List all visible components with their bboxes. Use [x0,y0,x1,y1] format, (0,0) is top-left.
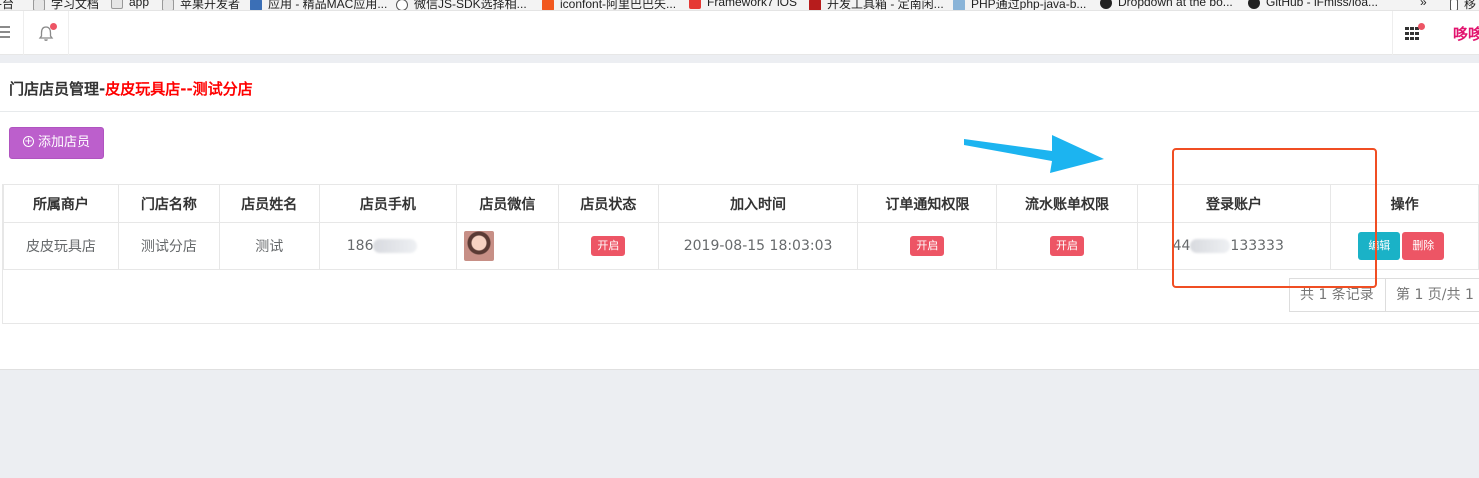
add-staff-label: 添加店员 [37,135,90,150]
cell-order-notify: 开启 [857,222,998,270]
apps-badge-dot [1418,23,1425,30]
php-icon [953,0,965,10]
bookmark-item[interactable]: Dropdown at the bo... [1100,0,1233,10]
column-header[interactable]: 门店名称 [117,184,220,223]
apps-button[interactable] [1392,11,1434,55]
column-header[interactable]: 店员姓名 [218,184,320,223]
folder-icon [162,0,174,10]
phone-redacted [373,239,418,253]
bookmark-item[interactable]: PHP通过php-java-b... [953,0,1086,10]
column-header[interactable]: 订单通知权限 [857,184,998,223]
mac-app-icon [250,0,262,10]
iconfont-icon [542,0,554,10]
user-name[interactable]: 哆哆 [1453,23,1479,43]
github-icon [1248,0,1260,9]
grid-icon [1405,27,1420,40]
pager-page: 第 1 页/共 1 页 [1385,278,1479,312]
column-header[interactable]: 流水账单权限 [996,184,1138,223]
column-header[interactable]: 店员微信 [456,184,559,223]
menu-line [0,26,10,28]
app-header: 哆哆 [0,11,1479,55]
menu-line [0,31,10,33]
cell-merchant: 皮皮玩具店 [3,222,119,270]
bookmark-item[interactable]: 开发工具箱 - 定南闲... [809,0,944,10]
cell-ledger: 开启 [996,222,1138,270]
delete-button[interactable]: 删除 [1402,232,1445,260]
bookmark-item[interactable]: 苹果开发者 [162,0,240,10]
bookmark-item[interactable]: 微信JS-SDK选择相... [396,0,527,10]
order-notify-badge[interactable]: 开启 [910,236,945,256]
bookmark-item[interactable]: Framework7 iOS [689,0,797,10]
folder-icon [111,0,123,9]
divider [0,111,1479,112]
column-header[interactable]: 店员状态 [557,184,659,223]
cell-wechat [456,222,559,270]
bookmarks-more[interactable]: » [1420,0,1427,10]
cell-phone: 186 [318,222,458,270]
plus-circle-icon: + [22,136,34,147]
column-header[interactable]: 店员手机 [318,184,458,223]
cell-status: 开启 [557,222,659,270]
js-icon [809,0,821,10]
page-title-store: 皮皮玩具店--测试分店 [105,80,253,98]
bookmark-item[interactable]: app [111,0,149,10]
bookmark-item[interactable]: 移 [1450,0,1476,10]
folder-icon [33,0,45,10]
framework7-icon [689,0,701,9]
page-title-prefix: 门店店员管理- [9,80,106,98]
highlight-box-annotation [1172,148,1377,288]
bookmark-item[interactable]: iconfont-阿里巴巴矢... [542,0,676,10]
notification-dot [50,23,57,30]
github-icon [1100,0,1112,9]
bookmark-item[interactable]: 平台 [0,0,14,10]
status-badge[interactable]: 开启 [591,236,626,256]
cell-name: 测试 [218,222,320,270]
page-title: 门店店员管理-皮皮玩具店--测试分店 [9,78,253,99]
bookmark-item[interactable]: 应用 - 精品MAC应用... [250,0,387,10]
bookmark-item[interactable]: 学习文档 [33,0,99,10]
more-icon: » [1420,0,1427,9]
link-icon [396,0,408,10]
cell-joined: 2019-08-15 18:03:03 [657,222,859,270]
arrow-annotation [964,135,1104,173]
column-header[interactable]: 加入时间 [657,184,859,223]
ledger-badge[interactable]: 开启 [1050,236,1085,256]
notification-button[interactable] [23,11,69,55]
add-staff-button[interactable]: + 添加店员 [9,127,104,159]
menu-toggle-button[interactable] [0,11,16,55]
menu-line [0,36,10,38]
bookmark-item[interactable]: GitHub - lFmiss/loa... [1248,0,1378,10]
phone-icon [1450,0,1458,10]
cell-store: 测试分店 [117,222,220,270]
bookmarks-bar: 平台 学习文档 app 苹果开发者 应用 - 精品MAC应用... 微信JS-S… [0,0,1479,11]
phone-visible: 186 [346,238,374,254]
wechat-avatar[interactable] [464,231,495,261]
column-header[interactable]: 所属商户 [3,184,119,223]
